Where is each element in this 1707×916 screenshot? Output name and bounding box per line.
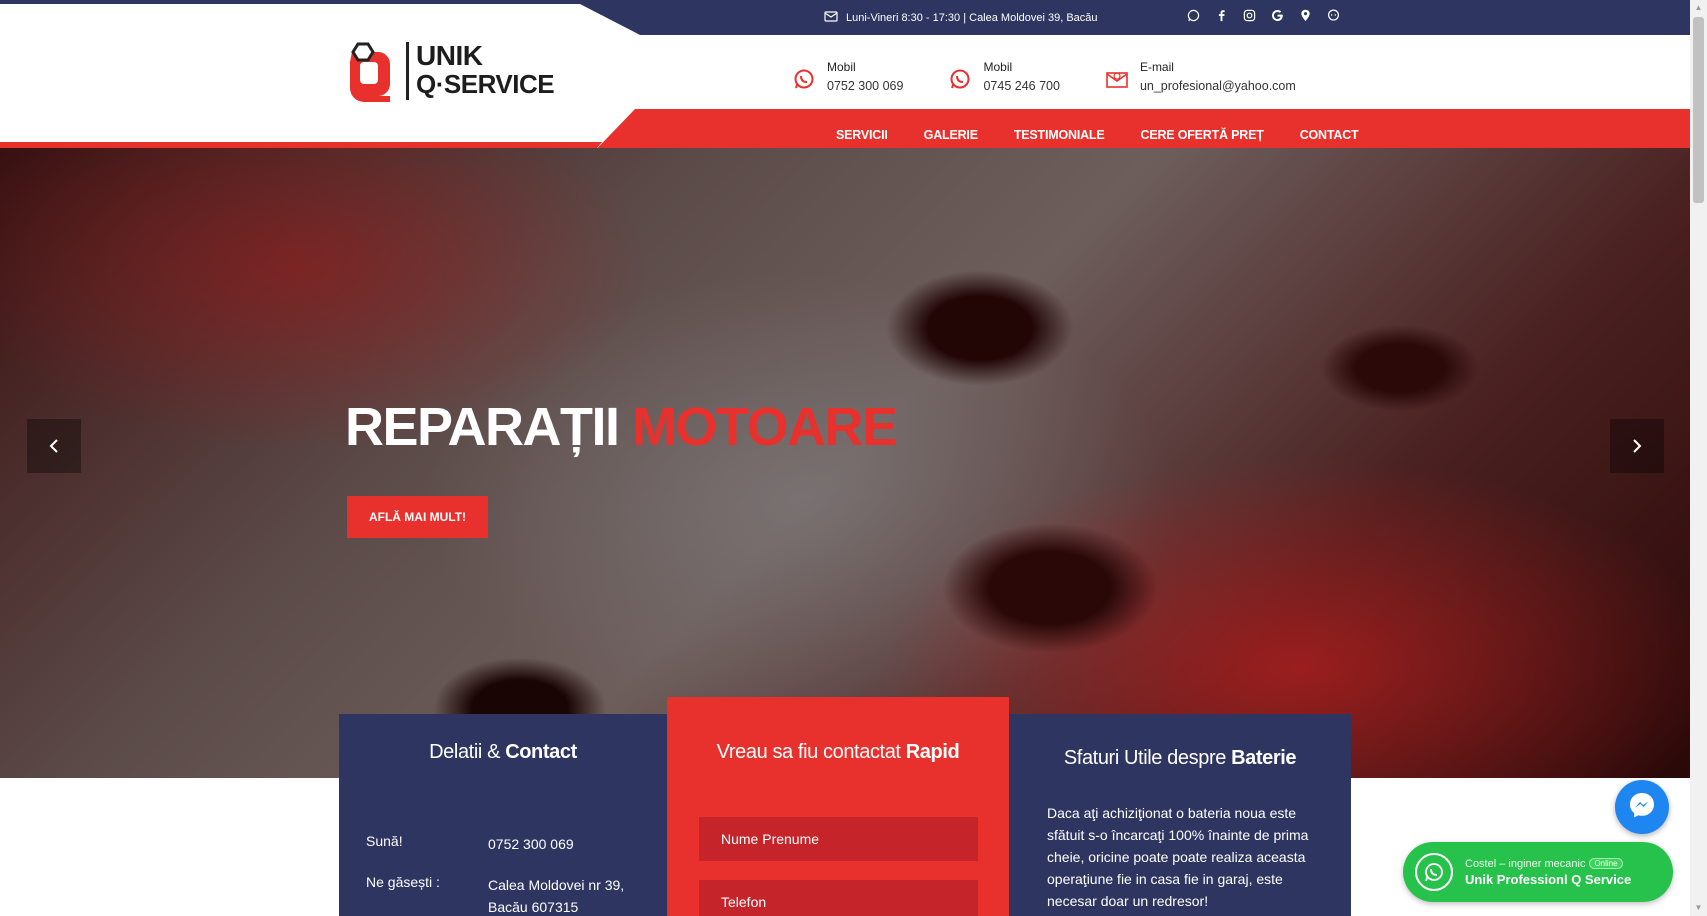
clock-envelope-icon xyxy=(824,9,838,26)
header-wedge xyxy=(0,4,640,35)
contact-value: un_profesional@yahoo.com xyxy=(1139,79,1296,93)
facebook-icon[interactable] xyxy=(1214,8,1228,22)
tips-text: Daca aţi achiziţionat o bateria noua est… xyxy=(1047,805,1309,909)
opening-hours-address: Luni-Vineri 8:30 - 17:30 | Calea Moldove… xyxy=(846,11,1098,24)
scroll-down-icon[interactable]: ▼ xyxy=(1693,903,1704,913)
instagram-icon[interactable] xyxy=(1242,8,1256,22)
contact-label: Mobil xyxy=(983,60,1013,74)
row-key: Sună! xyxy=(366,833,403,849)
agent-line: Costel – inginer mecanic Online xyxy=(1465,858,1631,870)
google-icon[interactable] xyxy=(1270,8,1284,22)
contact-label: E-mail xyxy=(1139,60,1174,74)
contact-panel: Delatii & Contact Sună! 0752 300 069 Ne … xyxy=(339,714,667,916)
tips-panel: Sfaturi Utile despre Baterie Daca aţi ac… xyxy=(1009,714,1351,916)
site-logo[interactable]: UNIK Q·SERVICE xyxy=(344,40,559,104)
contact-value: 0752 300 069 xyxy=(827,79,904,93)
logo-line2: Q·SERVICE xyxy=(416,69,555,99)
online-badge: Online xyxy=(1589,858,1623,869)
name-input[interactable]: Nume Prenume xyxy=(699,817,978,861)
whatsapp-chat-widget[interactable]: Costel – inginer mecanic Online Unik Pro… xyxy=(1403,842,1673,902)
chevron-right-icon xyxy=(1632,433,1642,459)
social-icons xyxy=(1186,8,1340,22)
slider-next-button[interactable] xyxy=(1610,419,1664,473)
whatsapp-icon[interactable] xyxy=(1186,8,1200,22)
whatsapp-widget-text: Costel – inginer mecanic Online Unik Pro… xyxy=(1465,858,1631,887)
row-key: Ne găsești : xyxy=(366,874,440,890)
title-bold: Contact xyxy=(505,741,577,763)
logo-line1: UNIK xyxy=(416,40,483,71)
title-light: Sfaturi Utile despre xyxy=(1063,747,1226,769)
tips-panel-title: Sfaturi Utile despre Baterie xyxy=(1009,747,1351,770)
hero-title-red: MOTOARE xyxy=(632,397,898,457)
scroll-up-icon[interactable]: ▲ xyxy=(1693,3,1704,13)
messenger-icon xyxy=(1627,790,1657,825)
contact-label: Mobil xyxy=(827,60,856,74)
title-bold: Baterie xyxy=(1231,747,1297,769)
slider-prev-button[interactable] xyxy=(27,419,81,473)
row-value: Calea Moldovei nr 39, Bacău 607315 xyxy=(488,877,625,915)
chat-icon[interactable] xyxy=(1326,8,1340,22)
hero-slider: REPARAȚII MOTOARE AFLĂ MAI MULT! xyxy=(0,148,1690,778)
whatsapp-icon xyxy=(793,68,815,90)
whatsapp-icon xyxy=(949,68,971,90)
hero-title-white: REPARAȚII xyxy=(345,397,620,457)
title-light: Vreau sa fiu contactat xyxy=(716,741,901,763)
hero-title: REPARAȚII MOTOARE xyxy=(345,396,898,458)
scrollbar-thumb[interactable] xyxy=(1693,17,1704,203)
title-light: Delatii & xyxy=(429,741,501,763)
row-value[interactable]: 0752 300 069 xyxy=(488,833,648,855)
quick-contact-title: Vreau sa fiu contactat Rapid xyxy=(667,741,1009,764)
contact-panel-title: Delatii & Contact xyxy=(339,741,667,764)
whatsapp-icon xyxy=(1415,853,1453,891)
agent-name: Costel – inginer mecanic xyxy=(1465,857,1586,870)
contact-mobile-1[interactable]: Mobil 0752 300 069 xyxy=(793,58,903,96)
title-bold: Rapid xyxy=(905,741,960,763)
contact-row-phone: Sună! 0752 300 069 xyxy=(366,833,648,855)
business-name: Unik Professionl Q Service xyxy=(1465,871,1632,887)
page: Luni-Vineri 8:30 - 17:30 | Calea Moldove… xyxy=(0,0,1707,916)
top-info: Luni-Vineri 8:30 - 17:30 | Calea Moldove… xyxy=(824,9,1098,26)
contact-row-address: Ne găsești : Calea Moldovei nr 39, Bacău… xyxy=(366,874,648,916)
messenger-button[interactable] xyxy=(1615,780,1669,834)
header-contacts: Mobil 0752 300 069 Mobil 0745 246 700 E-… xyxy=(793,58,1296,96)
envelope-icon xyxy=(1106,68,1128,90)
contact-value: 0745 246 700 xyxy=(983,79,1060,93)
quick-contact-panel: Vreau sa fiu contactat Rapid Nume Prenum… xyxy=(667,697,1009,916)
phone-input[interactable]: Telefon xyxy=(699,880,978,916)
learn-more-button[interactable]: AFLĂ MAI MULT! xyxy=(347,496,488,538)
contact-email[interactable]: E-mail un_profesional@yahoo.com xyxy=(1106,58,1296,96)
map-pin-icon[interactable] xyxy=(1298,8,1312,22)
contact-mobile-2[interactable]: Mobil 0745 246 700 xyxy=(949,58,1060,96)
chevron-left-icon xyxy=(49,433,59,459)
